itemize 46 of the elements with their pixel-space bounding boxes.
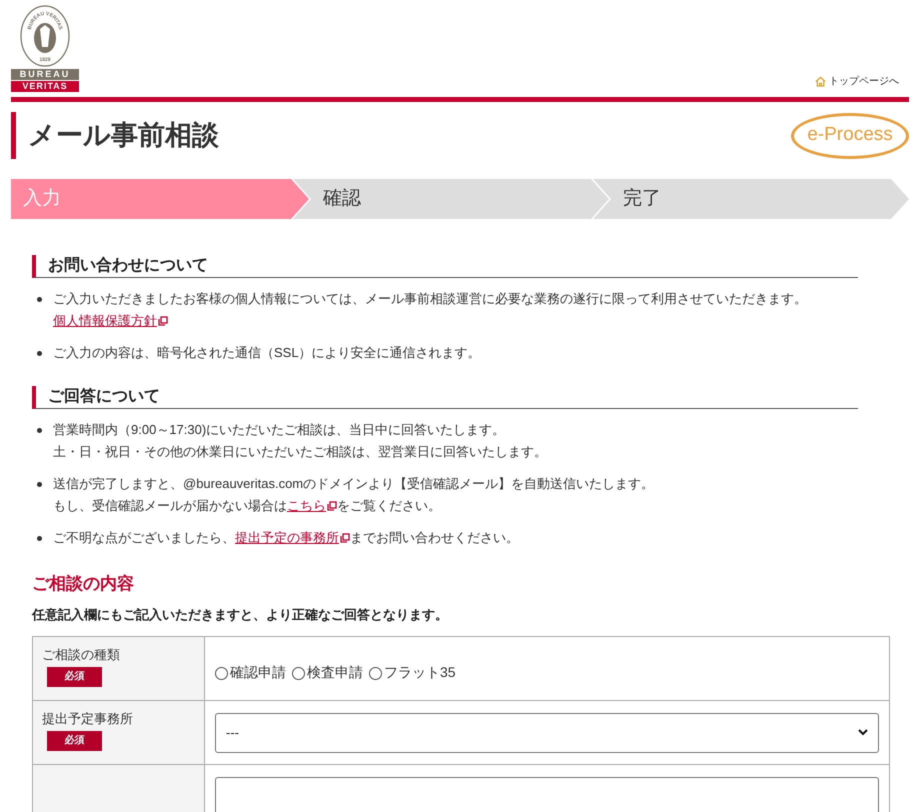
chevron-down-icon xyxy=(858,729,868,736)
bullet-icon xyxy=(37,297,42,302)
radio-option[interactable]: 検査申請 xyxy=(292,662,363,683)
page-title: メール事前相談 xyxy=(11,112,219,159)
form-heading: ご相談の内容 xyxy=(32,573,135,595)
field-label: ご相談の種類 xyxy=(42,646,121,664)
required-badge: 必須 xyxy=(47,666,102,686)
logo-wordmark-top: BUREAU xyxy=(11,69,79,80)
external-link-icon xyxy=(327,501,337,511)
text-link[interactable]: 個人情報保護方針 xyxy=(53,313,168,328)
body-text: ご入力の内容は、暗号化された通信（SSL）により安全に通信されます。 xyxy=(53,345,481,360)
body-text: 土・日・祝日・その他の休業日にいただいたご相談は、翌営業日に回答いたします。 xyxy=(53,444,547,459)
e-process-badge: e-Process xyxy=(791,112,909,158)
input-field[interactable] xyxy=(215,776,879,812)
bullet-icon xyxy=(37,482,42,487)
required-badge: 必須 xyxy=(47,730,102,750)
top-page-link[interactable]: トップページへ xyxy=(815,74,899,89)
select-field[interactable]: --- xyxy=(215,712,879,752)
section-heading: ご回答について xyxy=(32,386,858,409)
form-note: 任意記入欄にもご記入いただきますと、より正確なご回答となります。 xyxy=(32,606,449,624)
progress-step: 入力 xyxy=(11,179,309,219)
body-text: もし、受信確認メールが届かない場合は xyxy=(53,498,287,513)
bullet-icon xyxy=(37,351,42,356)
radio-icon[interactable] xyxy=(215,667,228,680)
radio-icon[interactable] xyxy=(292,667,305,680)
body-text: ご不明な点がございましたら、 xyxy=(53,530,235,545)
radio-icon[interactable] xyxy=(369,667,382,680)
radio-option[interactable]: フラット35 xyxy=(369,662,456,683)
progress-step: 完了 xyxy=(593,179,909,219)
field-label: 提出予定事務所 xyxy=(42,710,134,728)
logo-wordmark-bottom: VERITAS xyxy=(11,81,79,92)
text-link[interactable]: こちら xyxy=(287,498,337,513)
body-text: までお問い合わせください。 xyxy=(350,530,519,545)
bullet-icon xyxy=(37,536,42,541)
text-link[interactable]: 提出予定の事務所 xyxy=(235,530,350,545)
progress-step: 確認 xyxy=(293,179,609,219)
external-link-icon xyxy=(158,316,168,326)
body-text: ご入力いただきましたお客様の個人情報については、メール事前相談運営に必要な業務の遂行に限って利用させていただきます。 xyxy=(53,291,807,306)
bullet-icon xyxy=(37,428,42,433)
external-link-icon xyxy=(340,533,350,543)
body-text: をご覧ください。 xyxy=(337,498,441,513)
radio-option[interactable]: 確認申請 xyxy=(215,662,286,683)
section-heading: お問い合わせについて xyxy=(32,255,858,278)
body-text: 営業時間内（9:00～17:30)にいただいたご相談は、当日中に回答いたします。 xyxy=(53,422,506,437)
home-icon xyxy=(815,76,826,87)
body-text: 送信が完了しますと、@bureauveritas.comのドメインより【受信確認メール】を自動送信いたします。 xyxy=(53,476,654,491)
